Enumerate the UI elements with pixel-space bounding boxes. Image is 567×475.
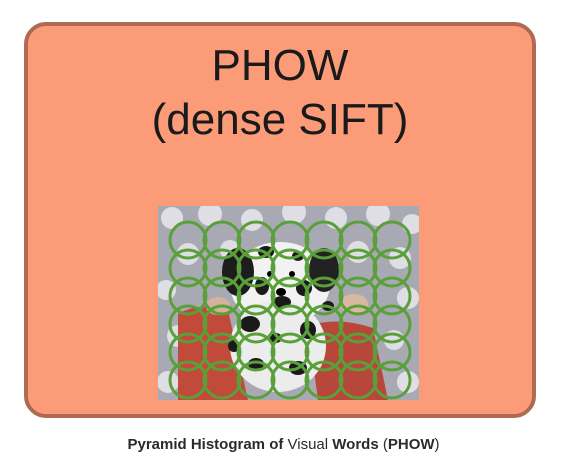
dense-grid-figure	[158, 206, 419, 400]
slide: PHOW (dense SIFT) Pyramid Histogram of V…	[0, 0, 567, 475]
caption-of: of	[269, 436, 288, 453]
dense-sift-image	[158, 206, 419, 400]
phow-card: PHOW (dense SIFT)	[24, 22, 536, 418]
caption-words: Words	[332, 436, 379, 453]
card-title-line1: PHOW	[211, 41, 349, 90]
caption-close-paren: )	[434, 436, 440, 453]
caption-phow: PHOW	[387, 436, 435, 453]
figure-caption: Pyramid Histogram of Visual Words (PHOW)	[0, 436, 567, 453]
caption-pyramid-histogram: Pyramid Histogram	[127, 436, 270, 453]
caption-visual: Visual	[287, 436, 333, 453]
caption-open-paren: (	[378, 436, 388, 453]
card-title-line2: (dense SIFT)	[151, 95, 409, 144]
